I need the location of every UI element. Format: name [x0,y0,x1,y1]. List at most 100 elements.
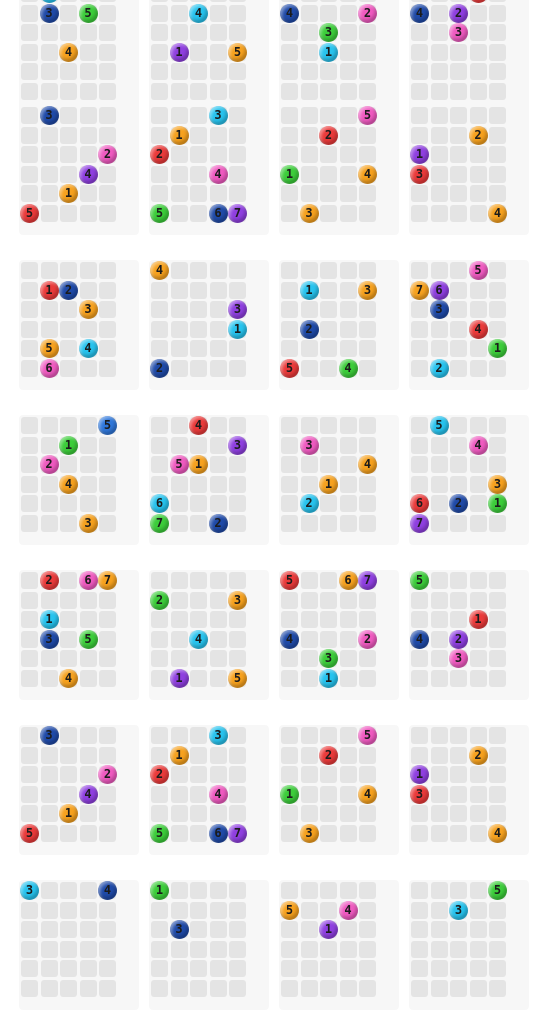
number-ball[interactable]: 3 [208,106,228,125]
number-ball[interactable]: 3 [39,3,59,23]
number-ball[interactable]: 2 [468,745,488,765]
number-ball[interactable]: 3 [299,435,319,455]
number-ball[interactable]: 6 [39,358,59,378]
number-ball[interactable]: 3 [319,649,338,668]
number-ball[interactable]: 5 [358,106,377,125]
number-ball[interactable]: 4 [59,42,78,62]
number-ball[interactable]: 3 [228,300,247,319]
number-ball[interactable]: 5 [78,629,98,649]
number-ball[interactable]: 2 [449,629,468,649]
number-ball[interactable]: 1 [280,784,299,804]
puzzle-board[interactable]: 4 2 3 1 [279,0,399,113]
puzzle-board[interactable]: 13 [149,880,269,1010]
number-ball[interactable]: 2 [358,3,377,23]
number-ball[interactable]: 1 [39,610,59,629]
number-ball[interactable]: 5 [98,416,117,435]
number-ball[interactable]: 7 [228,823,247,843]
number-ball[interactable]: 4 [59,474,78,494]
number-ball[interactable]: 5 [169,455,189,474]
number-ball[interactable]: 3 [169,920,189,939]
number-ball[interactable]: 6 [208,823,228,843]
number-ball[interactable]: 3 [228,435,247,455]
number-ball[interactable]: 6 [338,571,358,590]
puzzle-board[interactable]: 3 4 12 [279,415,399,545]
number-ball[interactable]: 1 [39,280,59,300]
number-ball[interactable]: 4 [98,881,117,900]
number-ball[interactable]: 4 [189,416,208,435]
puzzle-board[interactable]: 1354 [19,0,139,113]
number-ball[interactable]: 1 [189,455,208,474]
number-ball[interactable]: 4 [338,358,358,378]
number-ball[interactable]: 2 [429,358,449,378]
number-ball[interactable]: 3 [449,23,468,42]
number-ball[interactable]: 5 [20,823,39,843]
puzzle-board[interactable]: 3 12 4 5 67 [149,725,269,855]
number-ball[interactable]: 7 [98,571,117,590]
number-ball[interactable]: 2 [208,513,228,533]
number-ball[interactable]: 4 [208,164,228,184]
number-ball[interactable]: 3 [299,823,319,843]
number-ball[interactable]: 2 [299,494,319,513]
puzzle-board[interactable]: 5 4 3 6 2 1 7 [409,415,529,545]
number-ball[interactable]: 1 [280,164,299,184]
number-ball[interactable]: 3 [78,513,98,533]
number-ball[interactable]: 1 [488,494,507,513]
number-ball[interactable]: 4 [338,900,358,920]
number-ball[interactable]: 1 [150,881,169,900]
number-ball[interactable]: 3 [208,726,228,745]
number-ball[interactable]: 5 [150,203,169,223]
number-ball[interactable]: 2 [59,280,78,300]
number-ball[interactable]: 7 [150,513,169,533]
number-ball[interactable]: 2 [39,571,59,590]
number-ball[interactable]: 4 [78,339,98,358]
number-ball[interactable]: 3 [488,474,507,494]
number-ball[interactable]: 2 [319,125,338,145]
number-ball[interactable]: 5 [228,668,247,688]
puzzle-board[interactable]: 123 5 4 6 [19,260,139,390]
puzzle-board[interactable]: 5 124 3 [19,415,139,545]
puzzle-board[interactable]: 34 [19,880,139,1010]
number-ball[interactable]: 4 [488,203,507,223]
number-ball[interactable]: 6 [429,280,449,300]
puzzle-board[interactable]: 2 3 4 1 5 [149,570,269,700]
number-ball[interactable]: 1 [299,280,319,300]
number-ball[interactable]: 5 [280,358,299,378]
number-ball[interactable]: 6 [78,571,98,590]
number-ball[interactable]: 4 [59,668,78,688]
puzzle-board[interactable]: 5 2 1 4 3 [279,725,399,855]
number-ball[interactable]: 2 [299,319,319,339]
puzzle-board[interactable]: 53 [409,880,529,1010]
number-ball[interactable]: 3 [358,280,377,300]
number-ball[interactable]: 2 [150,765,169,784]
number-ball[interactable]: 3 [78,300,98,319]
number-ball[interactable]: 3 [410,164,429,184]
number-ball[interactable]: 4 [280,3,299,23]
number-ball[interactable]: 2 [150,590,169,610]
number-ball[interactable]: 2 [150,358,169,378]
number-ball[interactable]: 7 [410,513,429,533]
number-ball[interactable]: 4 [358,455,377,474]
number-ball[interactable]: 2 [98,145,117,164]
number-ball[interactable]: 3 [449,649,468,668]
number-ball[interactable]: 3 [429,300,449,319]
number-ball[interactable]: 1 [488,339,507,358]
number-ball[interactable]: 1 [319,474,338,494]
number-ball[interactable]: 7 [410,280,429,300]
number-ball[interactable]: 2 [358,629,377,649]
puzzle-board[interactable]: 2 1 3 4 [409,725,529,855]
puzzle-board[interactable]: 3 241 5 [19,725,139,855]
number-ball[interactable]: 2 [449,494,468,513]
number-ball[interactable]: 3 [410,784,429,804]
number-ball[interactable]: 2 [319,745,338,765]
number-ball[interactable]: 3 [228,590,247,610]
number-ball[interactable]: 4 [468,319,488,339]
number-ball[interactable]: 3 [39,726,59,745]
number-ball[interactable]: 3 [449,900,468,920]
number-ball[interactable]: 6 [150,494,169,513]
number-ball[interactable]: 5 [150,823,169,843]
number-ball[interactable]: 1 [169,42,189,62]
number-ball[interactable]: 4 [358,784,377,804]
number-ball[interactable]: 1 [319,42,338,62]
number-ball[interactable]: 1 [59,804,78,823]
number-ball[interactable]: 2 [468,125,488,145]
